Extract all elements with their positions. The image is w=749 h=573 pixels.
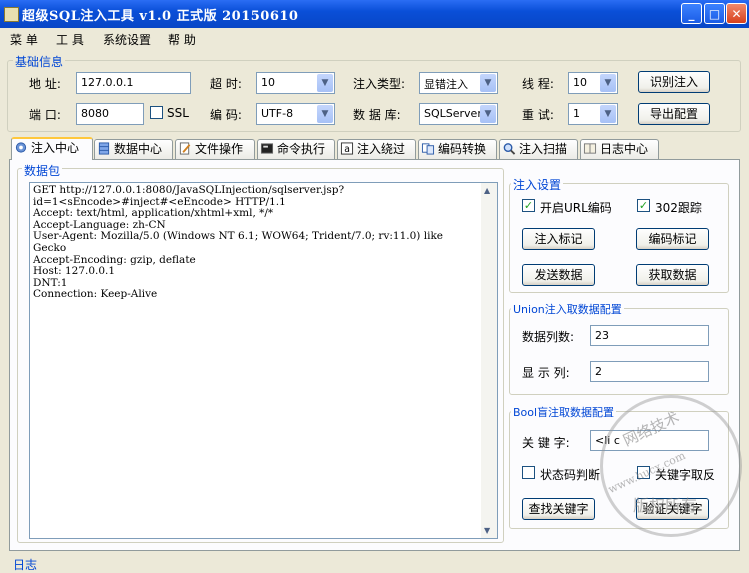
display-column-input[interactable]: 2 xyxy=(590,361,709,382)
database-label: 数 据 库: xyxy=(353,108,401,122)
window-title: 超级SQL注入工具 v1.0 正式版 20150610 xyxy=(22,9,299,24)
retry-value: 1 xyxy=(573,107,580,120)
tab-encode-convert[interactable]: 编码转换 xyxy=(418,139,497,159)
tab-command-exec[interactable]: 命令执行 xyxy=(257,139,335,159)
tab-label: 注入扫描 xyxy=(519,142,568,156)
follow-302-checkbox[interactable]: ✓ xyxy=(637,199,650,212)
inject-type-value: 显错注入 xyxy=(424,78,468,91)
tab-label: 编码转换 xyxy=(438,142,487,156)
chevron-down-icon: ▼ xyxy=(480,74,496,92)
export-config-button[interactable]: 导出配置 xyxy=(638,103,710,125)
threads-value: 10 xyxy=(573,76,587,89)
url-encode-label: 开启URL编码 xyxy=(540,201,612,215)
menu-bar: 菜 单 工 具 系统设置 帮 助 xyxy=(0,28,749,49)
status-code-label: 状态码判断 xyxy=(540,468,601,482)
database-icon xyxy=(98,142,110,155)
timeout-label: 超 时: xyxy=(210,77,242,91)
scroll-down-icon[interactable]: ▼ xyxy=(484,526,490,535)
encoding-select[interactable]: UTF-8 ▼ xyxy=(256,103,335,125)
verify-keyword-button[interactable]: 验证关键字 xyxy=(636,498,709,520)
ssl-checkbox[interactable] xyxy=(150,106,163,119)
columns-label: 数据列数: xyxy=(522,330,575,344)
tab-inject-center[interactable]: 注入中心 xyxy=(11,137,93,160)
close-button[interactable]: ✕ xyxy=(726,3,747,24)
encoding-label: 编 码: xyxy=(210,108,242,122)
inject-type-label: 注入类型: xyxy=(353,77,406,91)
chevron-down-icon: ▼ xyxy=(600,74,616,92)
keyword-invert-label: 关键字取反 xyxy=(655,468,716,482)
find-keyword-button[interactable]: 查找关键字 xyxy=(522,498,595,520)
encoding-value: UTF-8 xyxy=(261,107,294,120)
bypass-icon: a xyxy=(340,142,354,155)
tab-inject-bypass[interactable]: a 注入绕过 xyxy=(337,139,416,159)
chevron-down-icon: ▼ xyxy=(480,105,496,123)
tab-file-ops[interactable]: 文件操作 xyxy=(175,139,255,159)
address-input[interactable]: 127.0.0.1 xyxy=(76,72,191,94)
ssl-label: SSL xyxy=(167,106,189,120)
url-encode-checkbox[interactable]: ✓ xyxy=(522,199,535,212)
log-legend: 日志 xyxy=(11,556,40,573)
threads-select[interactable]: 10 ▼ xyxy=(568,72,618,94)
tab-label: 注入绕过 xyxy=(357,142,406,156)
timeout-value: 10 xyxy=(261,76,275,89)
columns-input[interactable]: 23 xyxy=(590,325,709,346)
inject-settings-legend: 注入设置 xyxy=(511,176,564,193)
mark-inject-button[interactable]: 注入标记 xyxy=(522,228,595,250)
status-code-checkbox[interactable] xyxy=(522,466,535,479)
packet-editor[interactable]: GET http://127.0.0.1:8080/JavaSQLInjecti… xyxy=(29,182,498,539)
packet-legend: 数据包 xyxy=(22,162,63,179)
scroll-up-icon[interactable]: ▲ xyxy=(484,186,490,195)
tab-label: 注入中心 xyxy=(31,141,80,155)
tab-label: 命令执行 xyxy=(277,142,326,156)
vertical-scrollbar[interactable]: ▲ ▼ xyxy=(481,183,497,538)
chevron-down-icon: ▼ xyxy=(317,74,333,92)
send-data-button[interactable]: 发送数据 xyxy=(522,264,595,286)
threads-label: 线 程: xyxy=(522,77,554,91)
display-column-label: 显 示 列: xyxy=(522,366,570,380)
terminal-icon xyxy=(260,143,274,154)
retry-select[interactable]: 1 ▼ xyxy=(568,103,618,125)
port-label: 端 口: xyxy=(29,108,61,122)
follow-302-label: 302跟踪 xyxy=(655,201,702,215)
mark-encode-button[interactable]: 编码标记 xyxy=(636,228,709,250)
address-label: 地 址: xyxy=(29,77,61,91)
chevron-down-icon: ▼ xyxy=(317,105,333,123)
union-config-legend: Union注入取数据配置 xyxy=(511,301,624,317)
magnifier-icon xyxy=(503,143,516,155)
database-select[interactable]: SQLServer ▼ xyxy=(419,103,498,125)
tab-inject-scan[interactable]: 注入扫描 xyxy=(499,139,578,159)
fetch-data-button[interactable]: 获取数据 xyxy=(636,264,709,286)
menu-item-help[interactable]: 帮 助 xyxy=(168,31,196,48)
database-value: SQLServer xyxy=(424,107,482,120)
menu-item-tools[interactable]: 工 具 xyxy=(56,31,84,48)
keyword-label: 关 键 字: xyxy=(522,436,570,450)
maximize-button[interactable]: □ xyxy=(704,3,725,24)
tab-label: 日志中心 xyxy=(600,142,649,156)
convert-icon xyxy=(421,143,435,155)
app-icon xyxy=(4,7,19,22)
keyword-input[interactable]: <li c xyxy=(590,430,709,451)
identify-inject-button[interactable]: 识别注入 xyxy=(638,71,710,93)
menu-item-menu[interactable]: 菜 单 xyxy=(10,31,38,48)
tab-label: 文件操作 xyxy=(195,142,244,156)
file-edit-icon xyxy=(179,142,191,155)
book-icon xyxy=(583,143,597,154)
inject-type-select[interactable]: 显错注入 ▼ xyxy=(419,72,498,94)
keyword-invert-checkbox[interactable] xyxy=(637,466,650,479)
chevron-down-icon: ▼ xyxy=(600,105,616,123)
svg-text:a: a xyxy=(344,144,350,155)
gear-icon xyxy=(15,142,27,153)
tab-data-center[interactable]: 数据中心 xyxy=(94,139,173,159)
title-bar[interactable]: 超级SQL注入工具 v1.0 正式版 20150610 _ □ ✕ xyxy=(0,0,749,28)
tab-log-center[interactable]: 日志中心 xyxy=(580,139,659,159)
tab-label: 数据中心 xyxy=(114,142,163,156)
menu-item-settings[interactable]: 系统设置 xyxy=(103,31,151,48)
timeout-select[interactable]: 10 ▼ xyxy=(256,72,335,94)
minimize-button[interactable]: _ xyxy=(681,3,702,24)
packet-content[interactable]: GET http://127.0.0.1:8080/JavaSQLInjecti… xyxy=(30,183,497,303)
bool-config-legend: Bool盲注取数据配置 xyxy=(511,404,617,420)
retry-label: 重 试: xyxy=(522,108,554,122)
port-input[interactable]: 8080 xyxy=(76,103,144,125)
basic-info-legend: 基础信息 xyxy=(13,53,66,70)
